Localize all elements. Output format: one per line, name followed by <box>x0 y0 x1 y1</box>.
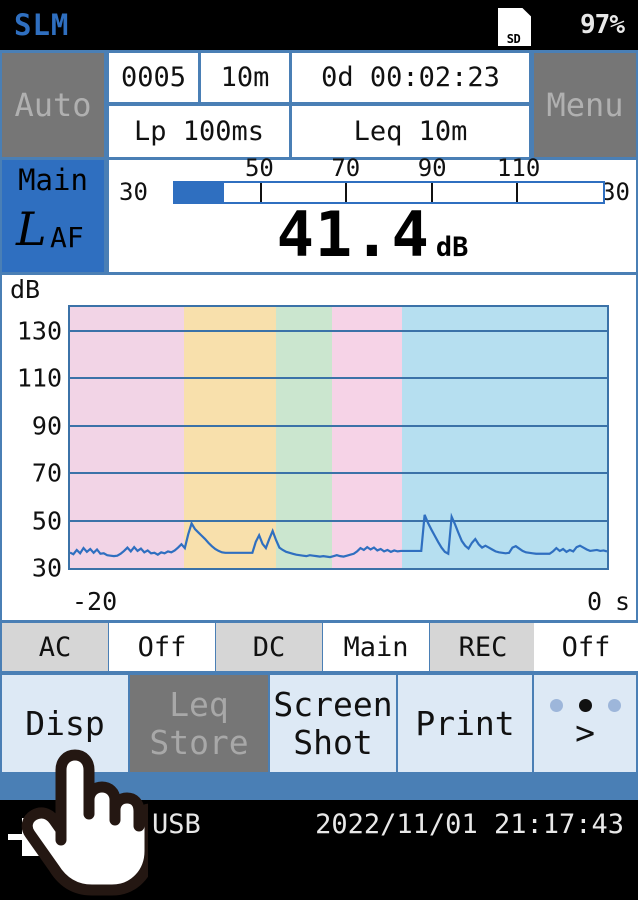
chart-x-axis-unit: s <box>614 587 630 616</box>
measurement-interval-field[interactable]: 10m <box>201 53 289 102</box>
status-bar: SLM SD 97% <box>0 0 638 50</box>
page-dot-active <box>578 699 592 712</box>
datetime-label: 2022/11/01 21:17:43 <box>315 809 624 840</box>
bargraph-tick-label: 110 <box>496 154 541 182</box>
function-key-label-line1: Leq <box>169 684 229 724</box>
status-key-main-3[interactable]: Main <box>323 623 429 671</box>
bargraph-tick <box>259 183 262 202</box>
function-key-page[interactable]: > <box>534 675 636 772</box>
app-title: SLM <box>14 8 70 42</box>
chart-trace <box>70 512 607 559</box>
quantity-symbol: L <box>16 202 47 256</box>
status-key-ac-0[interactable]: AC <box>2 623 108 671</box>
channel-label: Main <box>18 163 88 197</box>
elapsed-time-field[interactable]: 0d 00:02:23 <box>292 53 529 102</box>
function-key-label-line1: Disp <box>25 703 105 743</box>
usb-connection-label: USB <box>152 809 201 840</box>
function-key-leq-store[interactable]: Leq Store <box>130 675 268 772</box>
status-key-dc-2[interactable]: DC <box>216 623 322 671</box>
bargraph-tick-label: 90 <box>417 154 447 182</box>
chart-y-tick-label: 50 <box>31 506 62 536</box>
time-history-chart[interactable]: dB 130 110 90 70 50 30 -20 0 s <box>2 275 636 620</box>
function-key-label-line1: Print <box>415 703 515 743</box>
chart-y-axis-label: dB <box>10 275 41 304</box>
chart-y-tick-label: 30 <box>31 553 62 583</box>
quantity-subscript: AF <box>50 221 84 254</box>
function-key-label-line2: Shot <box>293 722 373 762</box>
slm-screen: SLM SD 97% Auto Menu 0005 10m 0d 00:02:2… <box>0 0 638 900</box>
level-unit: dB <box>435 232 469 263</box>
leq-mode-field[interactable]: Leq 10m <box>292 106 529 157</box>
bargraph-tick <box>516 183 519 202</box>
chart-y-tick-label: 110 <box>16 363 62 393</box>
level-value: 41.4 <box>276 198 430 271</box>
function-key-disp[interactable]: Disp <box>2 675 128 772</box>
level-value-block: 41.4 dB <box>109 204 636 266</box>
sd-card-icon: SD <box>498 8 531 46</box>
chart-y-tick-label: 70 <box>31 458 62 488</box>
status-key-off-5[interactable]: Off <box>534 623 638 671</box>
level-readout: 30 130 50 70 90 110 41.4 dB <box>109 156 636 272</box>
chart-plot-area <box>68 305 609 570</box>
sd-card-label: SD <box>506 32 521 46</box>
channel-indicator[interactable]: Main L AF <box>2 160 104 272</box>
page-dot <box>607 699 621 712</box>
plug-body <box>22 818 68 856</box>
status-key-off-1[interactable]: Off <box>109 623 215 671</box>
page-indicator-dots <box>549 699 621 712</box>
bargraph-tick-labels: 50 70 90 110 <box>173 156 605 182</box>
power-plug-icon <box>8 818 68 856</box>
bargraph-fill <box>175 183 224 202</box>
auto-button[interactable]: Auto <box>2 53 104 157</box>
chart-y-ticks: 130 110 90 70 50 30 <box>2 305 62 580</box>
chart-y-tick-label: 130 <box>16 316 62 346</box>
chart-y-tick-label: 90 <box>31 411 62 441</box>
main-panel: Auto Menu 0005 10m 0d 00:02:23 Lp 100ms … <box>0 50 638 800</box>
function-key-label-line2: Store <box>149 722 249 762</box>
next-page-chevron-icon: > <box>575 713 595 752</box>
function-key-screen-shot[interactable]: Screen Shot <box>270 675 396 772</box>
store-address-field[interactable]: 0005 <box>109 53 198 102</box>
function-key-label-line1: Screen <box>273 684 393 724</box>
page-dot <box>549 699 563 712</box>
chart-x-tick-end: 0 <box>586 587 602 616</box>
status-key-rec-4[interactable]: REC <box>430 623 536 671</box>
battery-percentage: 97% <box>580 10 625 40</box>
chart-x-tick-start: -20 <box>72 587 118 616</box>
lp-mode-field[interactable]: Lp 100ms <box>109 106 289 157</box>
bargraph-tick-label: 50 <box>244 154 274 182</box>
function-key-print[interactable]: Print <box>398 675 532 772</box>
bargraph-tick <box>430 183 433 202</box>
bargraph-tick-label: 70 <box>331 154 361 182</box>
menu-button[interactable]: Menu <box>534 53 636 157</box>
bottom-status-bar: USB 2022/11/01 21:17:43 <box>0 800 638 900</box>
bargraph-min-label: 30 <box>119 178 148 206</box>
